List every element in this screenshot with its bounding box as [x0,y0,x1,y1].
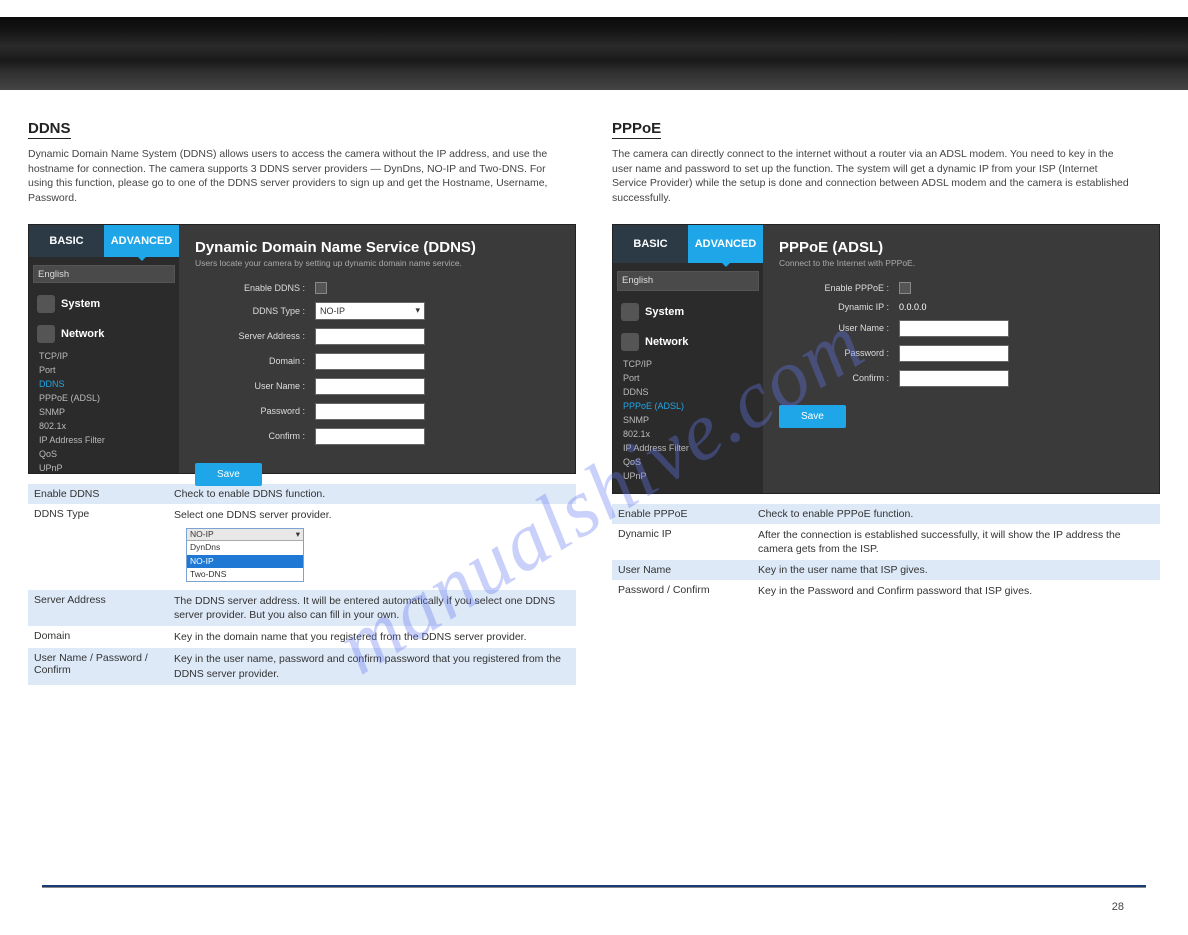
chevron-down-icon: ▾ [415,305,420,316]
sidebar-item[interactable]: UPnP [39,463,179,473]
password-label: Password : [195,406,315,416]
footer-rule [42,885,1146,887]
ddns-type-label: DDNS Type : [195,306,315,316]
tab-advanced[interactable]: ADVANCED [104,225,179,258]
sidebar-item[interactable]: QoS [39,449,179,459]
side-network-label[interactable]: Network [61,328,104,340]
network-icon [37,325,55,343]
ddns-panel-subtitle: Users locate your camera by setting up d… [195,258,559,268]
language-select[interactable]: English [33,265,175,282]
table-row: DomainKey in the domain name that you re… [28,626,576,648]
pppoe-heading: PPPoE [612,120,661,139]
side-system: System [29,289,179,319]
sidebar-item-pppoe[interactable]: PPPoE (ADSL) [623,401,763,411]
gear-icon [621,303,639,321]
gear-icon [37,295,55,313]
pppoe-desc-table: Enable PPPoECheck to enable PPPoE functi… [612,504,1160,603]
tab-advanced[interactable]: ADVANCED [688,225,763,263]
confirm-label: Confirm : [779,373,899,383]
sidebar-item[interactable]: PPPoE (ADSL) [39,393,179,403]
ddns-ui-panel: BASIC ADVANCED English System Network TC… [28,224,576,474]
sidebar-item[interactable]: 802.1x [39,421,179,431]
pppoe-intro: The camera can directly connect to the i… [612,147,1133,206]
sidebar-item[interactable]: DDNS [623,387,763,397]
table-row: Password / ConfirmKey in the Password an… [612,580,1160,602]
sidebar-item[interactable]: SNMP [623,415,763,425]
side-system: System [613,297,763,327]
pppoe-panel-title: PPPoE (ADSL) [779,239,1143,256]
confirm-label: Confirm : [195,431,315,441]
pppoe-panel-subtitle: Connect to the Internet with PPPoE. [779,258,1143,268]
sidebar-item[interactable]: 802.1x [623,429,763,439]
tab-basic[interactable]: BASIC [613,225,688,263]
enable-pppoe-checkbox[interactable] [899,282,911,294]
server-address-label: Server Address : [195,331,315,341]
ddns-sidebar: BASIC ADVANCED English System Network TC… [29,225,179,473]
ddns-intro: Dynamic Domain Name System (DDNS) allows… [28,147,549,206]
table-row: Dynamic IPAfter the connection is establ… [612,524,1160,560]
password-input[interactable] [315,403,425,420]
side-network-tree: TCP/IP Port DDNS PPPoE (ADSL) SNMP 802.1… [29,351,179,473]
sidebar-item[interactable]: TCP/IP [623,359,763,369]
page-number: 28 [1112,901,1124,913]
table-row: Server AddressThe DDNS server address. I… [28,590,576,626]
enable-ddns-label: Enable DDNS : [195,283,315,293]
ddns-heading: DDNS [28,120,71,139]
table-row: User NameKey in the user name that ISP g… [612,560,1160,580]
save-button[interactable]: Save [195,463,262,486]
confirm-input[interactable] [899,370,1009,387]
ddns-panel-title: Dynamic Domain Name Service (DDNS) [195,239,559,256]
side-network-label[interactable]: Network [645,336,688,348]
table-row: Enable PPPoECheck to enable PPPoE functi… [612,504,1160,524]
side-network-tree: TCP/IP Port DDNS PPPoE (ADSL) SNMP 802.1… [613,359,763,481]
right-column: PPPoE The camera can directly connect to… [612,120,1160,685]
domain-label: Domain : [195,356,315,366]
username-input[interactable] [899,320,1009,337]
sidebar-item[interactable]: Port [39,365,179,375]
table-row: Enable DDNSCheck to enable DDNS function… [28,484,576,504]
ddns-desc-table: Enable DDNSCheck to enable DDNS function… [28,484,576,685]
dynamic-ip-label: Dynamic IP : [779,302,899,312]
language-select[interactable]: English [617,271,759,291]
tab-basic[interactable]: BASIC [29,225,104,258]
enable-pppoe-label: Enable PPPoE : [779,283,899,293]
left-column: DDNS Dynamic Domain Name System (DDNS) a… [28,120,576,685]
username-input[interactable] [315,378,425,395]
enable-ddns-checkbox[interactable] [315,282,327,294]
sidebar-item[interactable]: IP Address Filter [623,443,763,453]
domain-input[interactable] [315,353,425,370]
sidebar-item[interactable]: IP Address Filter [39,435,179,445]
dynamic-ip-value: 0.0.0.0 [899,302,927,312]
server-address-input[interactable] [315,328,425,345]
sidebar-item[interactable]: QoS [623,457,763,467]
username-label: User Name : [779,323,899,333]
sidebar-item[interactable]: UPnP [623,471,763,481]
side-network: Network [29,319,179,349]
save-button[interactable]: Save [779,405,846,428]
password-label: Password : [779,348,899,358]
page-banner [0,17,1188,90]
pppoe-main: PPPoE (ADSL) Connect to the Internet wit… [763,225,1159,493]
confirm-input[interactable] [315,428,425,445]
network-icon [621,333,639,351]
ddns-type-select[interactable]: NO-IP▾ [315,302,425,320]
username-label: User Name : [195,381,315,391]
side-system-label[interactable]: System [645,306,684,318]
sidebar-item[interactable]: Port [623,373,763,383]
table-row: DDNS Type Select one DDNS server provide… [28,504,576,590]
pppoe-sidebar: BASIC ADVANCED English System Network TC… [613,225,763,493]
table-row: User Name / Password / ConfirmKey in the… [28,648,576,684]
language-value: English [38,269,69,280]
sidebar-item-ddns[interactable]: DDNS [39,379,179,389]
side-network: Network [613,327,763,357]
sidebar-item[interactable]: SNMP [39,407,179,417]
password-input[interactable] [899,345,1009,362]
language-value: English [622,275,653,286]
sidebar-item[interactable]: TCP/IP [39,351,179,361]
pppoe-ui-panel: BASIC ADVANCED English System Network TC… [612,224,1160,494]
ddns-type-dropdown-sample: NO-IP▾ DynDns NO-IP Two-DNS [186,528,304,582]
ddns-main: Dynamic Domain Name Service (DDNS) Users… [179,225,575,473]
side-system-label[interactable]: System [61,298,100,310]
